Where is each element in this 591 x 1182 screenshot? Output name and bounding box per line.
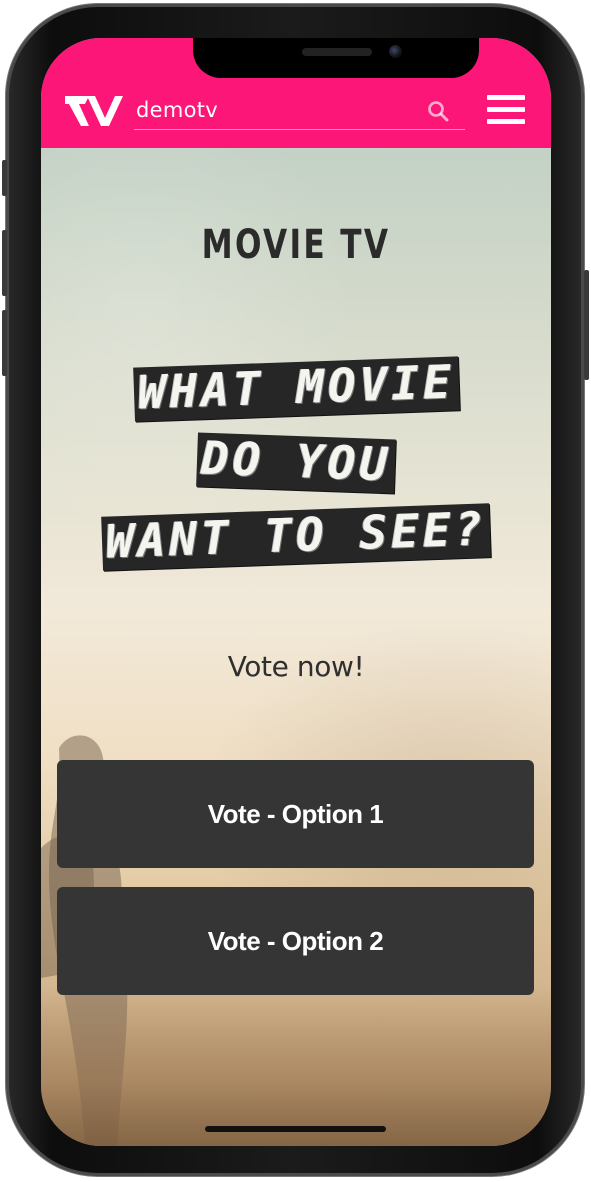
menu-bar-bottom (487, 119, 525, 124)
earpiece-speaker (302, 48, 372, 56)
vote-prompt: Vote now! (227, 650, 365, 683)
phone-notch (193, 38, 479, 78)
front-camera (389, 45, 402, 58)
phone-screen: demotv MOVIE TV WHAT MOVIE DO YOU WANT T… (41, 38, 551, 1146)
app-title: MOVIE TV (201, 222, 391, 268)
menu-bar-top (487, 95, 525, 100)
vote-option-1-button[interactable]: Vote - Option 1 (57, 760, 534, 868)
site-name[interactable]: demotv (136, 98, 218, 122)
volume-down-button (2, 310, 7, 376)
search-input-underline[interactable] (134, 129, 465, 130)
search-icon[interactable] (427, 100, 449, 122)
headline-line-2: DO YOU (41, 431, 551, 494)
headline-line-1: WHAT MOVIE (41, 354, 551, 422)
headline-text-2: DO YOU (196, 431, 396, 494)
vote-option-2-button[interactable]: Vote - Option 2 (57, 887, 534, 995)
background-ground (41, 986, 551, 1146)
headline-text-3: WANT TO SEE? (101, 501, 491, 571)
headline: WHAT MOVIE DO YOU WANT TO SEE? (41, 354, 551, 571)
headline-line-3: WANT TO SEE? (41, 501, 551, 571)
menu-bar-middle (487, 107, 525, 112)
volume-up-button (2, 230, 7, 296)
tv-logo-icon[interactable] (65, 94, 123, 128)
home-indicator[interactable] (205, 1126, 386, 1132)
headline-text-1: WHAT MOVIE (132, 354, 460, 422)
silent-switch (2, 160, 7, 196)
hamburger-menu-icon[interactable] (487, 93, 527, 127)
power-button (584, 270, 589, 380)
